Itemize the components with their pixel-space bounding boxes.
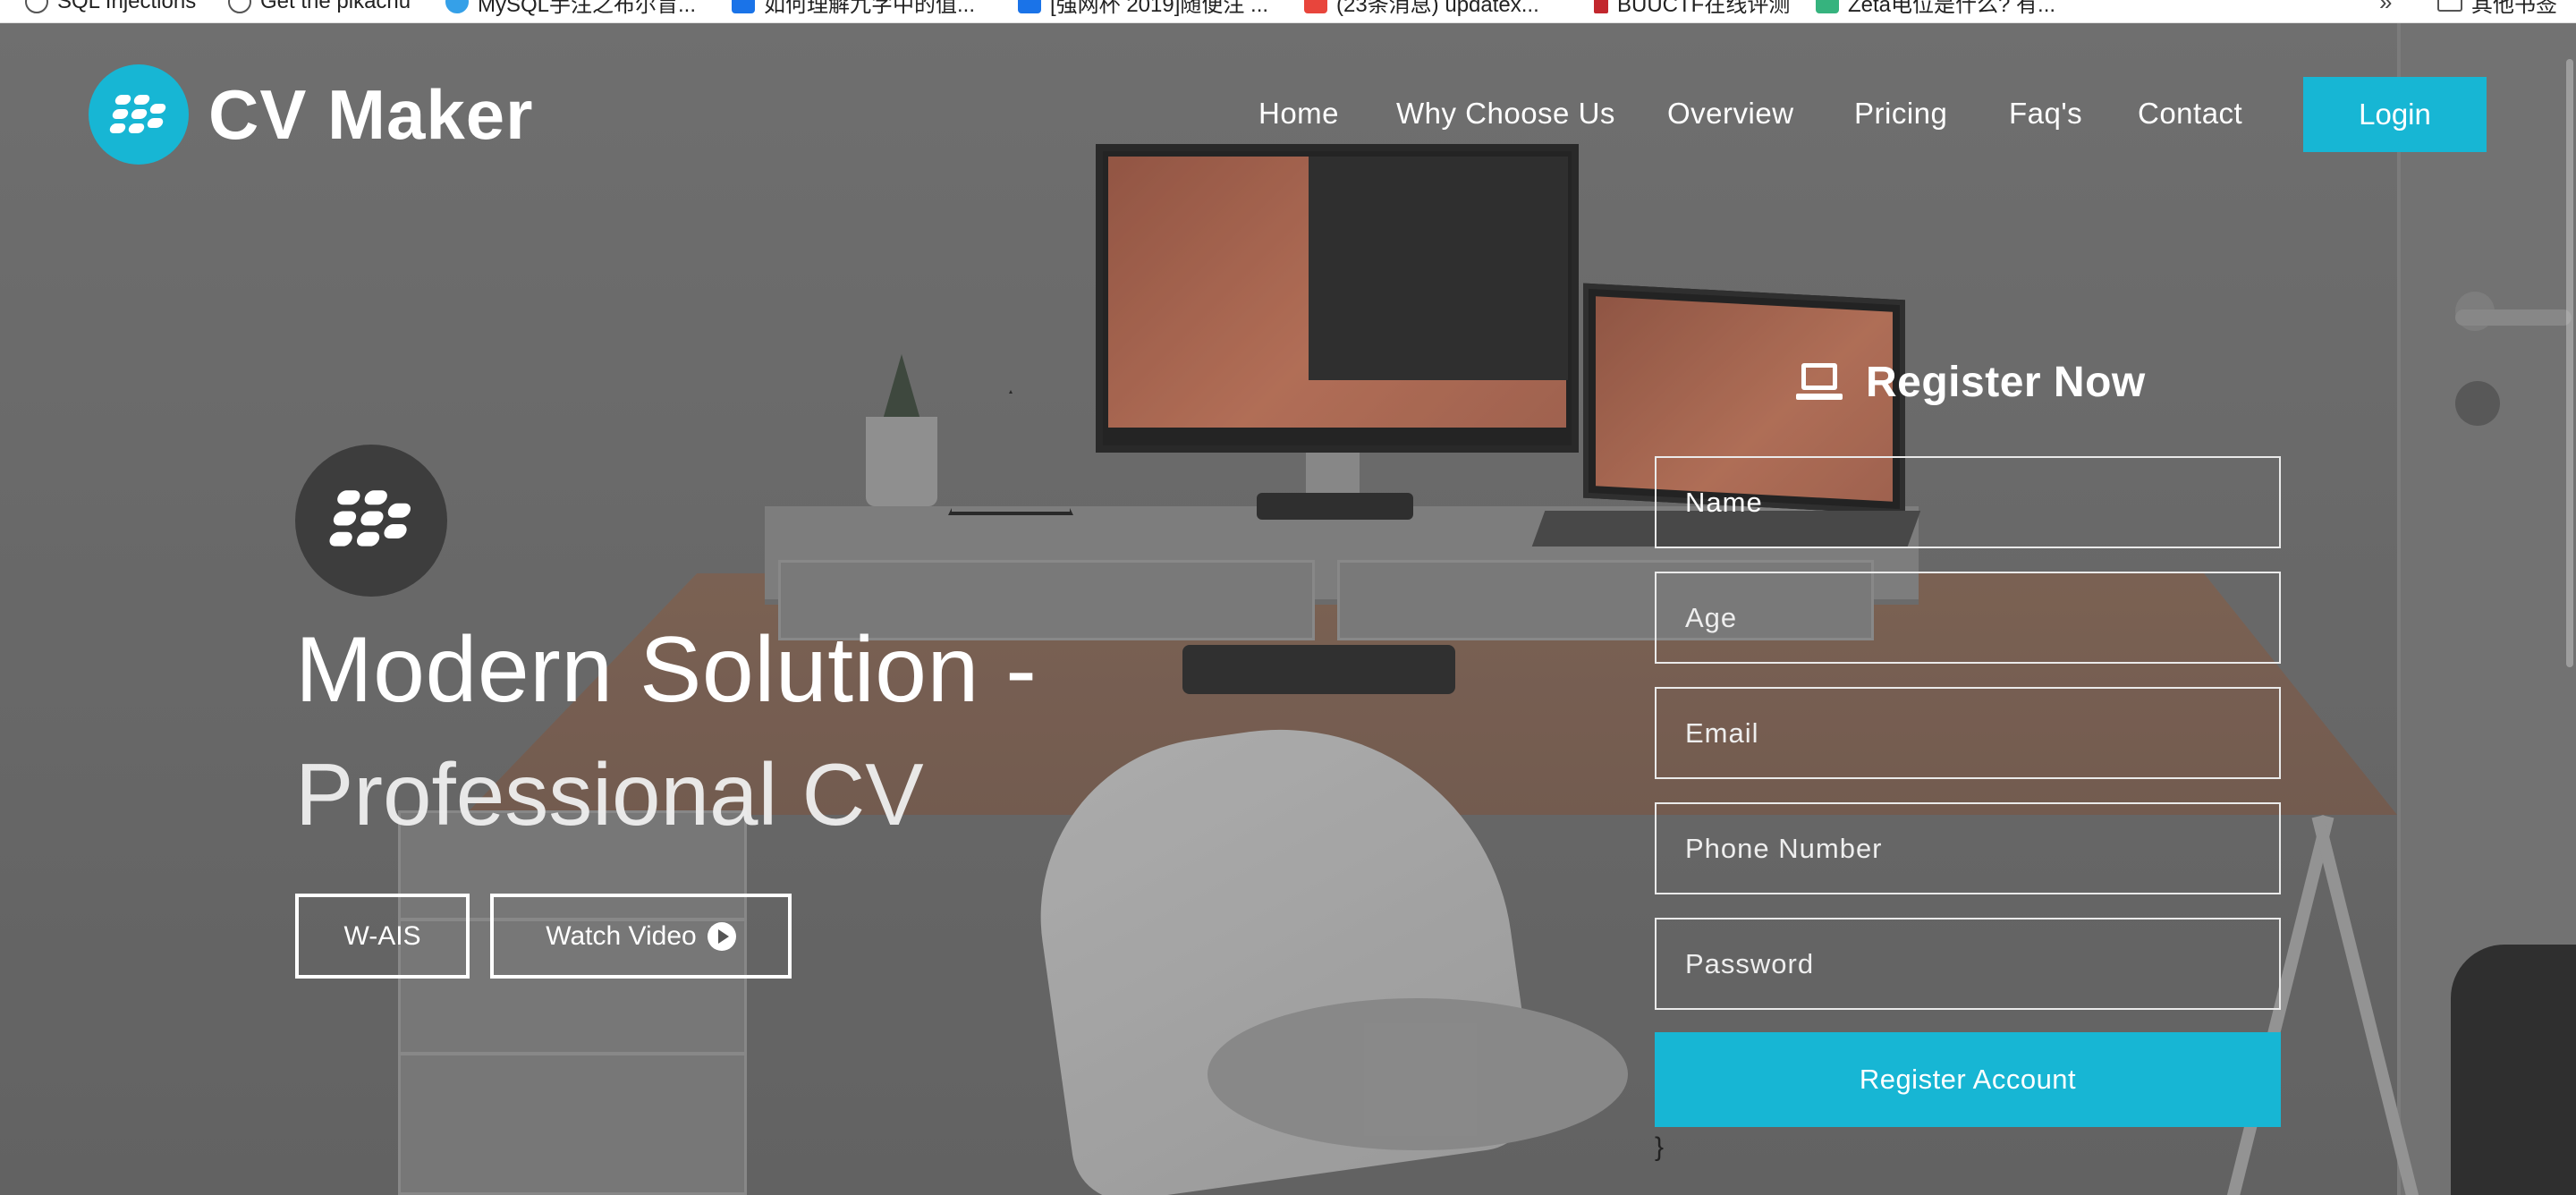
bookmarks-bar: SQL Injections Get the pikachu MySQL手注之布… [0, 0, 2576, 23]
bookmarks-overflow-chevron[interactable]: » [2379, 0, 2392, 18]
name-input[interactable] [1655, 456, 2281, 548]
hero-subtitle: Professional CV [295, 745, 924, 843]
bb-dot [382, 524, 409, 538]
chevron-double-right-icon: » [2379, 0, 2393, 15]
w-ais-button[interactable]: W-AIS [295, 894, 470, 979]
nav-overview[interactable]: Overview [1667, 97, 1794, 131]
bookmark-jiuzi[interactable]: 如何理解九字中的值... [732, 0, 975, 18]
watch-video-label: Watch Video [546, 920, 697, 951]
w-ais-button-label: W-AIS [343, 920, 421, 951]
bookmark-zeta[interactable]: Zeta电位是什么? 有... [1816, 0, 2055, 18]
page-scrollbar[interactable] [2563, 23, 2576, 667]
bookmark-buuctf[interactable]: BUUCTF在线评测 [1594, 0, 1790, 18]
bb-dot [146, 118, 165, 128]
blackberry-dots [89, 64, 189, 165]
email-input[interactable] [1655, 687, 2281, 779]
bookmark-other-folder[interactable]: 其他书签 [2437, 0, 2557, 18]
nav-home[interactable]: Home [1258, 97, 1339, 131]
bb-dot [386, 503, 412, 518]
nav-why-choose-us[interactable]: Why Choose Us [1396, 97, 1615, 131]
globe-icon [228, 0, 251, 13]
hero-title: Modern Solution - [295, 618, 1038, 722]
z-icon [1816, 0, 1839, 13]
age-input[interactable] [1655, 572, 2281, 664]
password-input[interactable] [1655, 918, 2281, 1010]
bb-dot [114, 95, 132, 105]
globe-icon [25, 0, 48, 13]
bookmark-pikachu[interactable]: Get the pikachu [228, 0, 411, 18]
xd-icon [732, 0, 755, 13]
brand-logo[interactable]: CV Maker [89, 64, 534, 165]
laptop-icon [1796, 362, 1843, 403]
nav-pricing[interactable]: Pricing [1854, 97, 1947, 131]
flag-icon [1594, 0, 1608, 13]
bb-dot [362, 490, 389, 505]
bb-dot [111, 109, 130, 119]
bb-dot [355, 531, 382, 547]
watch-video-button[interactable]: Watch Video [490, 894, 792, 979]
login-button[interactable]: Login [2303, 77, 2487, 152]
cloud-icon [445, 0, 469, 13]
bb-dot [332, 511, 358, 526]
bb-dot [327, 531, 354, 547]
bookmark-updatex[interactable]: (23条消息) updatex... [1304, 0, 1539, 18]
hero-logo-badge [295, 445, 447, 597]
stray-brace-text: } [1655, 1132, 1665, 1162]
xd-icon [1018, 0, 1041, 13]
bb-dot [108, 123, 127, 133]
blackberry-icon [89, 64, 189, 165]
bb-dot [335, 490, 362, 505]
register-heading: Register Now [1796, 358, 2146, 407]
scrollbar-thumb[interactable] [2566, 59, 2573, 667]
nav-contact[interactable]: Contact [2138, 97, 2242, 131]
phone-input[interactable] [1655, 802, 2281, 894]
bookmark-mysql[interactable]: MySQL手注之布尔盲... [445, 0, 696, 18]
play-circle-icon [707, 921, 736, 951]
bb-dot [132, 95, 151, 105]
register-title: Register Now [1866, 359, 2146, 406]
folder-icon [2437, 0, 2462, 12]
laptop-icon-screen [1801, 362, 1837, 390]
bb-dot [359, 511, 386, 526]
bb-dot [130, 109, 148, 119]
register-account-button[interactable]: Register Account [1655, 1032, 2281, 1127]
laptop-icon-base [1796, 393, 1843, 400]
bb-dot [127, 123, 146, 133]
brand-name: CV Maker [208, 74, 534, 154]
nav-faqs[interactable]: Faq's [2009, 97, 2082, 131]
bb-dot [148, 104, 167, 114]
c-icon [1304, 0, 1327, 13]
bookmark-qwb[interactable]: [强网杯 2019]随便注 ... [1018, 0, 1268, 18]
bookmark-sql-injections[interactable]: SQL Injections [25, 0, 196, 18]
